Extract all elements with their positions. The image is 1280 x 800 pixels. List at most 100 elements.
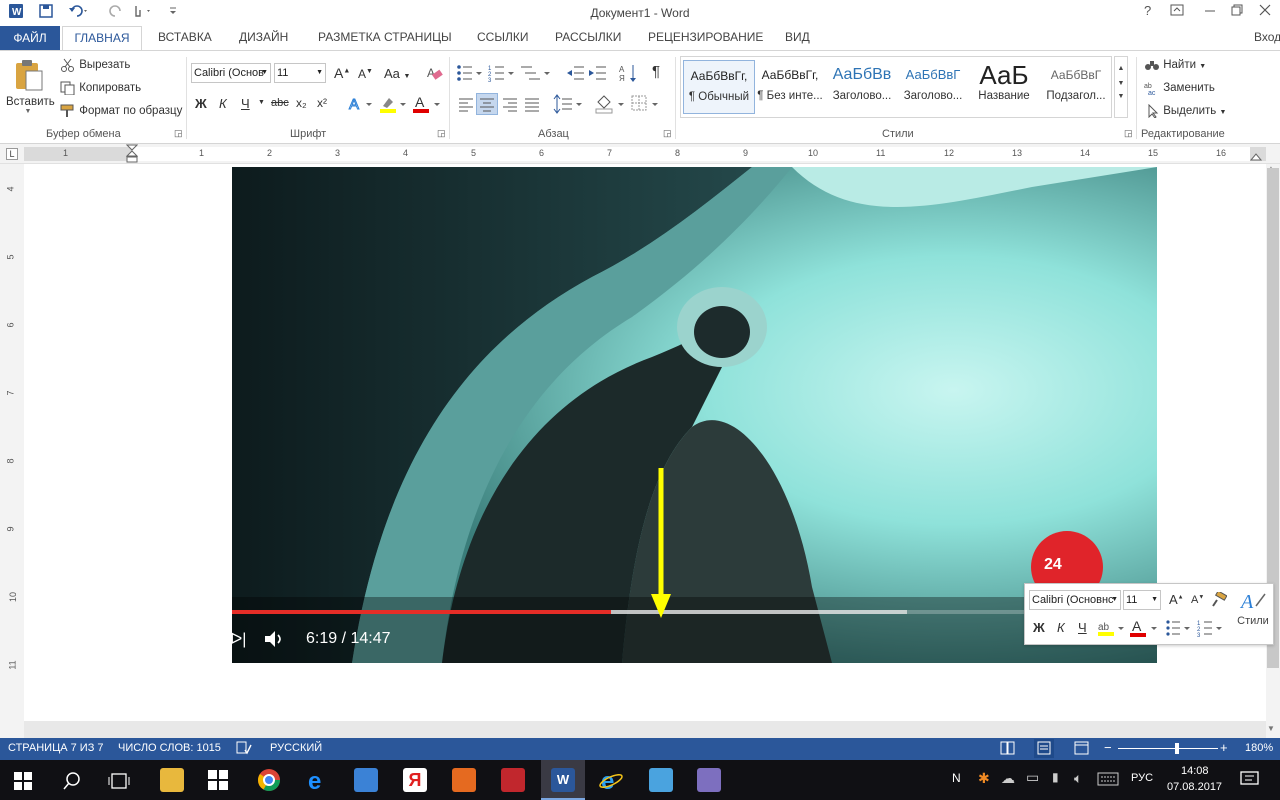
mini-bold-button[interactable]: Ж xyxy=(1033,620,1045,635)
superscript-button[interactable]: x² xyxy=(317,96,327,110)
style-no-spacing[interactable]: АаБбВвГг, ¶ Без инте... xyxy=(754,60,826,116)
zoom-level[interactable]: 180% xyxy=(1245,742,1273,754)
zoom-slider[interactable] xyxy=(1118,748,1218,749)
tab-references[interactable]: ССЫЛКИ xyxy=(477,30,528,44)
tray-app-icon[interactable]: N xyxy=(952,771,961,785)
restore-icon[interactable] xyxy=(1230,3,1244,20)
start-icon[interactable] xyxy=(14,772,32,790)
mini-highlight-icon[interactable]: ab xyxy=(1097,618,1125,638)
mini-font-size[interactable]: 11 ▼ xyxy=(1123,590,1161,610)
tab-file[interactable]: ФАЙЛ xyxy=(0,26,60,50)
mini-numbering-icon[interactable]: 123 xyxy=(1197,619,1225,637)
video-progress-track[interactable] xyxy=(232,610,1157,614)
clock-time[interactable]: 14:08 xyxy=(1181,765,1209,777)
shrink-font-button[interactable]: A▼ xyxy=(358,67,373,81)
font-name-combo[interactable]: Calibri (Основ ▼ xyxy=(191,63,271,83)
cut-button[interactable]: Вырезать xyxy=(60,58,130,72)
avast-icon[interactable]: ✱ xyxy=(978,770,990,787)
indent-marker-icon[interactable] xyxy=(126,144,138,166)
input-language[interactable]: РУС xyxy=(1131,772,1153,784)
align-left-icon[interactable] xyxy=(457,95,475,113)
yandex-icon[interactable]: Я xyxy=(403,768,427,792)
mini-format-painter-icon[interactable] xyxy=(1211,592,1227,608)
close-icon[interactable] xyxy=(1258,3,1272,20)
select-button[interactable]: Выделить ▼ xyxy=(1144,104,1226,118)
chevron-up-icon[interactable]: ▲ xyxy=(1115,65,1127,72)
tab-insert[interactable]: ВСТАВКА xyxy=(158,30,212,44)
speaker-icon[interactable]: 🔈︎ xyxy=(1074,770,1082,787)
battery-icon[interactable]: ▮ xyxy=(1052,770,1059,784)
clear-format-button[interactable]: A xyxy=(426,64,444,85)
tab-home[interactable]: ГЛАВНАЯ xyxy=(62,26,142,51)
page-count[interactable]: СТРАНИЦА 7 ИЗ 7 xyxy=(8,742,104,754)
styles-launcher-icon[interactable]: ◲ xyxy=(1124,128,1133,139)
font-size-combo[interactable]: 11 ▼ xyxy=(274,63,326,83)
chevron-down-icon[interactable]: ▼ xyxy=(1115,80,1127,87)
grow-font-button[interactable]: A▲ xyxy=(334,65,350,81)
right-indent-marker-icon[interactable] xyxy=(1250,150,1262,162)
task-view-icon[interactable] xyxy=(108,772,130,790)
help-button[interactable]: ? xyxy=(1144,3,1151,18)
notifications-icon[interactable] xyxy=(1240,771,1260,789)
embedded-video-image[interactable]: 24 ᐅ| 6:19 / 14:47 xyxy=(232,167,1157,663)
increase-indent-icon[interactable] xyxy=(588,63,608,83)
mini-styles-button[interactable]: A Стили xyxy=(1233,588,1273,642)
mini-grow-font-button[interactable]: A▲ xyxy=(1169,592,1184,607)
store-icon[interactable] xyxy=(208,770,228,790)
replace-button[interactable]: ab ac Заменить xyxy=(1144,81,1215,95)
align-center-button[interactable] xyxy=(476,93,498,115)
format-painter-button[interactable]: Формат по образцу xyxy=(60,104,182,118)
mini-underline-button[interactable]: Ч xyxy=(1078,620,1087,635)
copy-button[interactable]: Копировать xyxy=(60,81,141,95)
word-count[interactable]: ЧИСЛО СЛОВ: 1015 xyxy=(118,742,221,754)
justify-icon[interactable] xyxy=(523,95,541,113)
paint-icon[interactable] xyxy=(697,768,721,792)
mini-bullets-icon[interactable] xyxy=(1165,619,1193,637)
proofing-icon[interactable] xyxy=(236,741,252,758)
zoom-out-icon[interactable]: − xyxy=(1104,740,1112,755)
tab-selector[interactable]: L xyxy=(6,148,18,160)
mini-font-name[interactable]: Calibri (Основнс ▼ xyxy=(1029,590,1121,610)
styles-scroll[interactable]: ▲ ▼ ▼ xyxy=(1114,56,1128,118)
align-right-icon[interactable] xyxy=(501,95,519,113)
chrome-icon[interactable] xyxy=(257,768,281,792)
mini-shrink-font-button[interactable]: A▼ xyxy=(1191,594,1204,606)
multilevel-list-icon[interactable] xyxy=(520,63,554,83)
photos-icon[interactable] xyxy=(649,768,673,792)
zoom-in-icon[interactable]: + xyxy=(1220,740,1228,755)
keyboard-icon[interactable] xyxy=(1097,772,1119,786)
media-player-icon[interactable] xyxy=(452,768,476,792)
word-taskbar-button[interactable]: W xyxy=(541,760,585,800)
bold-button[interactable]: Ж xyxy=(195,96,207,111)
borders-icon[interactable] xyxy=(630,94,664,114)
minimize-icon[interactable] xyxy=(1203,3,1217,20)
style-title[interactable]: АаБ Название xyxy=(968,60,1040,116)
change-case-button[interactable]: Aa ▼ xyxy=(384,66,410,81)
paste-button[interactable]: Вставить ▼ xyxy=(6,57,55,115)
decrease-indent-icon[interactable] xyxy=(566,63,586,83)
winrar-icon[interactable] xyxy=(501,768,525,792)
tab-view[interactable]: ВИД xyxy=(785,30,810,44)
language[interactable]: РУССКИЙ xyxy=(270,742,322,754)
shading-icon[interactable] xyxy=(594,94,628,114)
scroll-down-icon[interactable]: ▼ xyxy=(1267,724,1275,733)
signin-link[interactable]: Вход xyxy=(1254,30,1280,44)
italic-button[interactable]: К xyxy=(219,96,227,111)
read-mode-icon[interactable] xyxy=(1000,741,1016,758)
audio-app-icon[interactable] xyxy=(354,768,378,792)
style-subtitle[interactable]: АаБбВвГ Подзагол... xyxy=(1040,60,1112,116)
more-icon[interactable]: ▼ xyxy=(1115,93,1127,100)
horizontal-ruler[interactable]: L 1 1 2 3 4 5 6 7 8 9 10 11 12 13 14 15 16 xyxy=(0,144,1280,164)
search-icon[interactable] xyxy=(62,771,82,791)
line-spacing-icon[interactable] xyxy=(553,94,583,114)
file-explorer-icon[interactable] xyxy=(160,768,184,792)
tab-layout[interactable]: РАЗМЕТКА СТРАНИЦЫ xyxy=(318,30,452,44)
font-color-button[interactable]: A xyxy=(412,94,442,117)
underline-button[interactable]: Ч xyxy=(241,96,250,111)
paragraph-launcher-icon[interactable]: ◲ xyxy=(663,128,672,139)
numbering-icon[interactable]: 123 xyxy=(488,63,518,83)
underline-dropdown-icon[interactable]: ▼ xyxy=(258,99,265,106)
web-layout-icon[interactable] xyxy=(1074,741,1090,758)
ribbon-display-icon[interactable] xyxy=(1170,3,1184,20)
vertical-ruler[interactable]: 4 5 6 7 8 9 10 11 xyxy=(0,164,24,738)
